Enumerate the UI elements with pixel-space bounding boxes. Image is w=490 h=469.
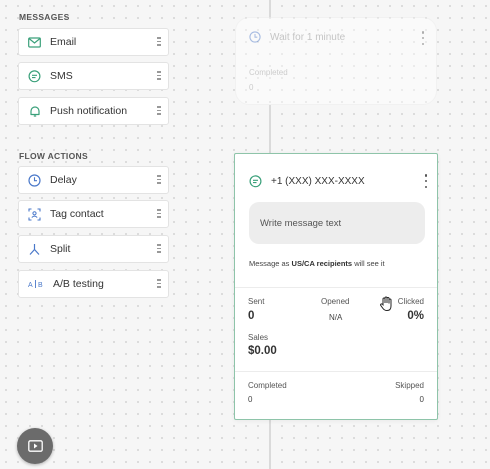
- split-icon: [28, 243, 41, 256]
- palette-item-sms[interactable]: SMS: [18, 62, 169, 90]
- flow-connector: [269, 0, 271, 17]
- drag-handle-icon[interactable]: [157, 37, 162, 48]
- completed-value: 0: [248, 395, 253, 404]
- drag-handle-icon[interactable]: [157, 175, 162, 186]
- palette-item-label: Email: [50, 36, 77, 48]
- sms-icon: [28, 69, 41, 83]
- video-tutorial-button[interactable]: [17, 428, 53, 464]
- messages-section-title: MESSAGES: [19, 12, 70, 22]
- flow-connector: [269, 420, 271, 469]
- recipients-note: Message as US/CA recipients will see it: [249, 259, 385, 268]
- sent-label: Sent: [248, 297, 265, 306]
- clock-icon: [28, 173, 41, 187]
- message-text-field[interactable]: Write message text: [249, 202, 425, 244]
- divider: [235, 371, 437, 372]
- palette-item-tag-contact[interactable]: Tag contact: [18, 200, 169, 228]
- flow-actions-section-title: FLOW ACTIONS: [19, 151, 88, 161]
- clock-icon: [249, 31, 261, 43]
- message-placeholder: Write message text: [260, 217, 342, 229]
- wait-node-label: Wait for 1 minute: [270, 31, 346, 43]
- sales-value: $0.00: [248, 345, 277, 357]
- opened-value: N/A: [329, 313, 343, 322]
- hand-cursor-icon: [379, 296, 394, 312]
- completed-value: 0: [249, 83, 254, 92]
- clicked-label: Clicked: [397, 297, 424, 306]
- sms-icon: [249, 175, 262, 188]
- bell-icon: [28, 105, 41, 118]
- palette-item-label: SMS: [50, 70, 73, 82]
- palette-item-ab-testing[interactable]: AB A/B testing: [18, 270, 169, 298]
- opened-label: Opened: [321, 297, 350, 306]
- svg-text:A: A: [28, 282, 33, 289]
- completed-label: Completed: [248, 381, 287, 390]
- drag-handle-icon[interactable]: [157, 71, 162, 82]
- recipients-region: US/CA recipients: [291, 259, 353, 268]
- divider: [235, 287, 437, 288]
- flow-connector: [269, 105, 271, 153]
- svg-text:B: B: [38, 282, 43, 289]
- palette-item-push-notification[interactable]: Push notification: [18, 97, 169, 125]
- completed-label: Completed: [249, 68, 288, 77]
- sales-label: Sales: [248, 333, 269, 342]
- drag-handle-icon[interactable]: [157, 209, 162, 220]
- palette-item-label: Push notification: [50, 105, 128, 117]
- tag-contact-icon: [28, 207, 41, 221]
- drag-handle-icon[interactable]: [157, 106, 162, 117]
- drag-handle-icon[interactable]: [157, 244, 162, 255]
- palette-item-label: Tag contact: [50, 208, 104, 220]
- palette-item-label: Delay: [50, 174, 77, 186]
- palette-item-label: Split: [50, 243, 71, 255]
- sent-value: 0: [248, 310, 255, 322]
- wait-node[interactable]: Wait for 1 minute Completed 0: [235, 17, 437, 105]
- skipped-value: 0: [419, 395, 424, 404]
- palette-item-split[interactable]: Split: [18, 235, 169, 263]
- skipped-label: Skipped: [395, 381, 424, 390]
- sms-node[interactable]: +1 (XXX) XXX-XXXX Write message text Mes…: [234, 153, 438, 420]
- palette-item-email[interactable]: Email: [18, 28, 169, 56]
- more-options-icon[interactable]: [421, 31, 425, 45]
- clicked-value: 0%: [407, 310, 424, 322]
- sms-node-header: +1 (XXX) XXX-XXXX: [249, 175, 365, 188]
- ab-testing-icon: AB: [28, 278, 44, 291]
- sender-phone: +1 (XXX) XXX-XXXX: [271, 176, 365, 187]
- palette-item-label: A/B testing: [53, 278, 104, 290]
- palette-item-delay[interactable]: Delay: [18, 166, 169, 194]
- more-options-icon[interactable]: [424, 174, 428, 188]
- wait-node-title: Wait for 1 minute: [249, 31, 345, 43]
- drag-handle-icon[interactable]: [157, 279, 162, 290]
- email-icon: [28, 36, 41, 49]
- video-icon: [27, 440, 43, 452]
